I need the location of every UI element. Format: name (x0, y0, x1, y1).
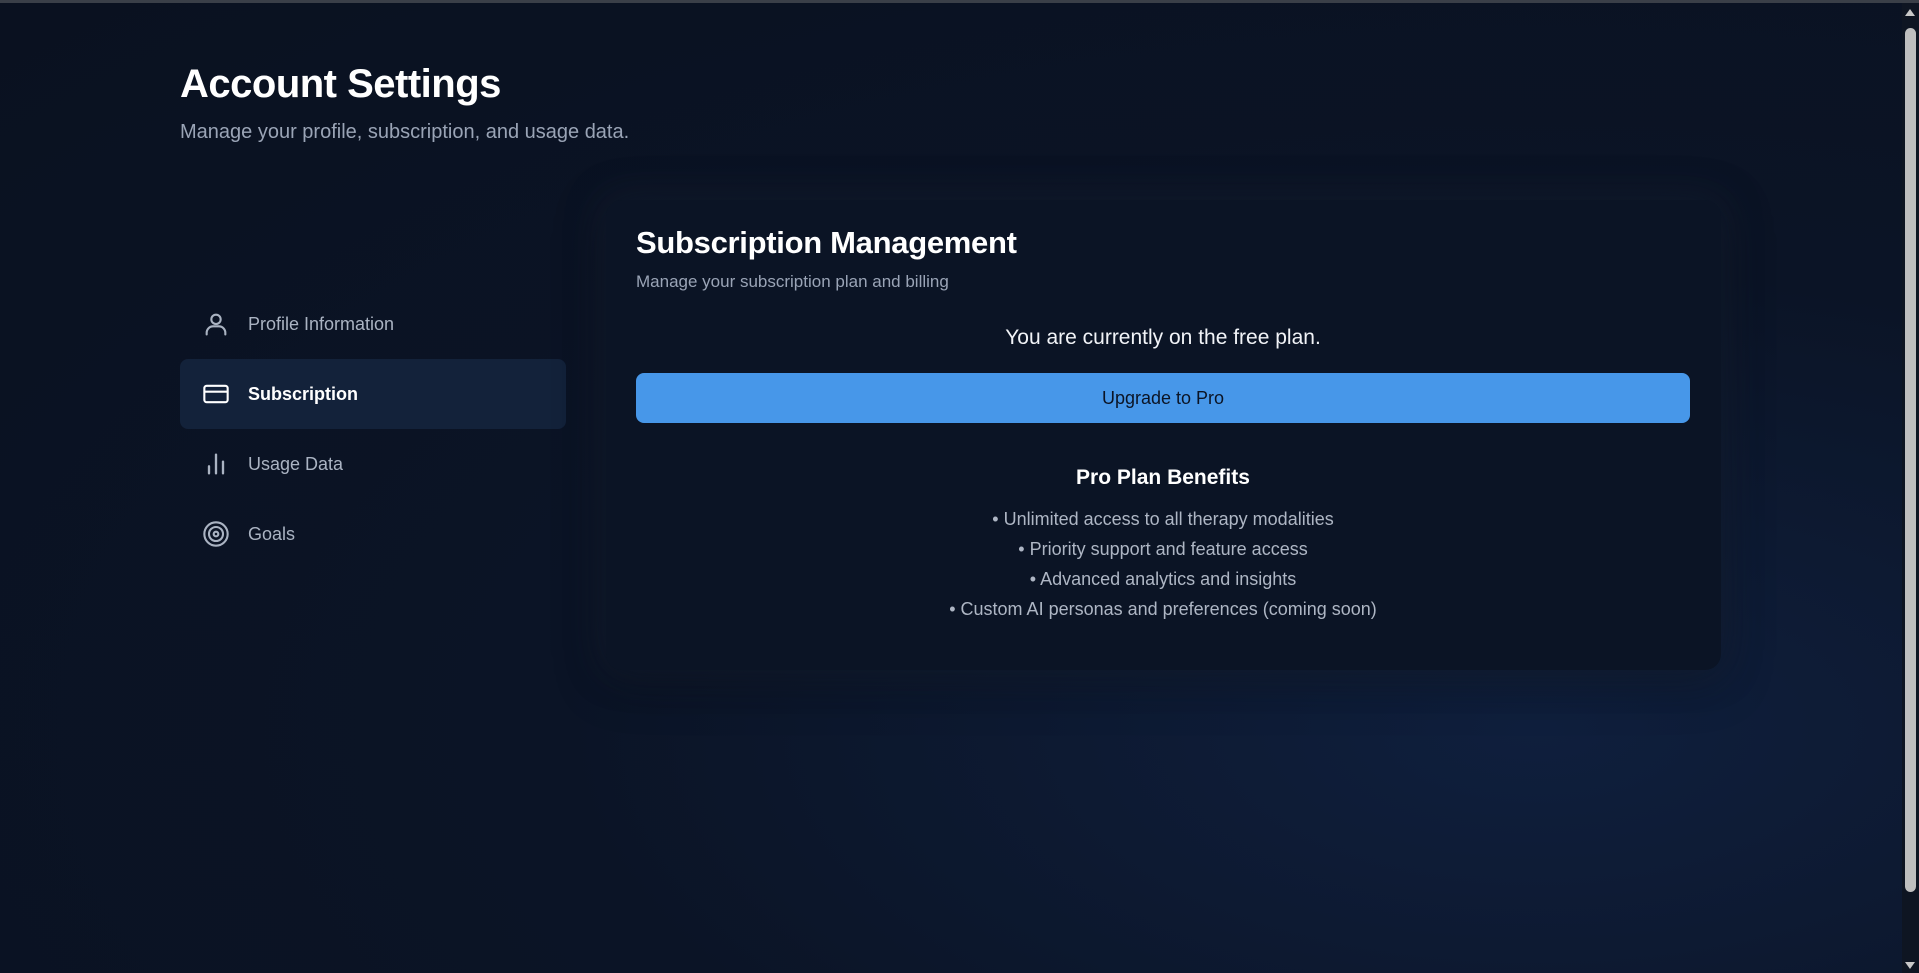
user-icon (202, 310, 230, 338)
settings-sidebar: Profile Information Subscription Usage D… (180, 289, 566, 569)
sidebar-item-label: Subscription (248, 383, 359, 404)
sidebar-item-usage-data[interactable]: Usage Data (180, 429, 566, 499)
benefit-item: • Priority support and feature access (1018, 539, 1308, 559)
scrollbar-thumb[interactable] (1905, 28, 1916, 892)
sidebar-item-label: Profile Information (248, 313, 395, 334)
sidebar-item-profile-information[interactable]: Profile Information (180, 289, 566, 359)
credit-card-icon (202, 380, 230, 408)
upgrade-to-pro-button[interactable]: Upgrade to Pro (636, 373, 1690, 423)
benefits-list: • Unlimited access to all therapy modali… (636, 504, 1690, 624)
card-subtitle: Manage your subscription plan and billin… (636, 272, 949, 291)
page-subtitle: Manage your profile, subscription, and u… (180, 121, 630, 143)
benefit-item: • Unlimited access to all therapy modali… (992, 509, 1334, 529)
benefit-item: • Advanced analytics and insights (1029, 569, 1297, 589)
scroll-up-arrow-icon[interactable] (1905, 9, 1915, 16)
window-top-border (0, 0, 1919, 3)
card-title: Subscription Management (636, 225, 1017, 260)
subscription-card: Subscription Management Manage your subs… (606, 200, 1721, 670)
page-title: Account Settings (180, 62, 501, 106)
benefit-item: • Custom AI personas and preferences (co… (949, 599, 1377, 619)
target-icon (202, 520, 230, 548)
sidebar-item-label: Goals (248, 523, 296, 544)
bar-chart-icon (202, 450, 230, 478)
benefits-title: Pro Plan Benefits (1076, 466, 1250, 489)
plan-status-text: You are currently on the free plan. (1005, 326, 1321, 349)
scroll-down-arrow-icon[interactable] (1905, 962, 1915, 969)
vertical-scrollbar[interactable] (1902, 3, 1919, 973)
sidebar-item-goals[interactable]: Goals (180, 499, 566, 569)
sidebar-item-subscription[interactable]: Subscription (180, 359, 566, 429)
sidebar-item-label: Usage Data (248, 453, 344, 474)
